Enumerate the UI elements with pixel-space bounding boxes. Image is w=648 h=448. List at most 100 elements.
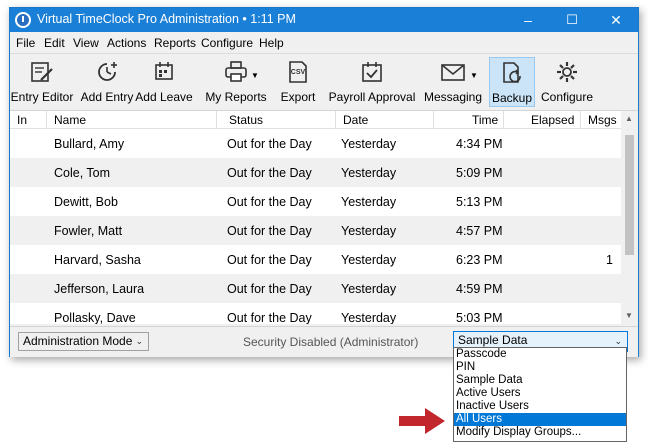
table-row[interactable]: Pollasky, Dave Out for the Day Yesterday… xyxy=(10,303,621,324)
scrollbar-thumb[interactable] xyxy=(625,135,634,255)
dropdown-option-passcode[interactable]: Passcode xyxy=(454,348,626,361)
menu-configure[interactable]: Configure xyxy=(201,36,253,50)
row-date: Yesterday xyxy=(341,195,397,209)
row-date: Yesterday xyxy=(341,166,397,180)
table-row[interactable]: Bullard, Amy Out for the Day Yesterday 4… xyxy=(10,129,621,158)
payroll-approval-label: Payroll Approval xyxy=(328,90,416,104)
dropdown-option-modify-display-groups[interactable]: Modify Display Groups... xyxy=(454,426,626,439)
display-group-value: Sample Data xyxy=(458,333,528,347)
add-entry-button[interactable]: Add Entry xyxy=(81,57,133,107)
row-name: Cole, Tom xyxy=(54,166,111,180)
row-date: Yesterday xyxy=(341,137,397,151)
menu-file[interactable]: File xyxy=(16,36,35,50)
table-row[interactable]: Fowler, Matt Out for the Day Yesterday 4… xyxy=(10,216,621,245)
backup-button[interactable]: Backup xyxy=(489,57,535,107)
dropdown-option-pin[interactable]: PIN xyxy=(454,361,626,374)
dropdown-option-active-users[interactable]: Active Users xyxy=(454,387,626,400)
title-bar[interactable]: Virtual TimeClock Pro Administration • 1… xyxy=(10,8,638,32)
row-status: Out for the Day xyxy=(227,137,312,151)
vertical-scrollbar[interactable]: ▲ ▼ xyxy=(621,111,638,324)
window-title: Virtual TimeClock Pro Administration • 1… xyxy=(37,12,296,26)
row-name: Pollasky, Dave xyxy=(54,311,136,324)
employee-grid: In Name Status Date Time Elapsed Msgs Bu… xyxy=(10,111,638,324)
menu-actions[interactable]: Actions xyxy=(107,36,146,50)
backup-icon xyxy=(503,62,521,83)
configure-label: Configure xyxy=(540,90,594,104)
row-status: Out for the Day xyxy=(227,282,312,296)
mode-select-value: Administration Mode xyxy=(23,334,133,348)
add-leave-button[interactable]: Add Leave xyxy=(135,57,193,107)
printer-icon xyxy=(225,61,247,82)
messaging-button[interactable]: ▼ Messaging xyxy=(424,57,482,107)
table-row[interactable]: Dewitt, Bob Out for the Day Yesterday 5:… xyxy=(10,187,621,216)
red-arrow-pointer-icon xyxy=(399,408,445,434)
row-status: Out for the Day xyxy=(227,311,312,324)
close-button[interactable]: ✕ xyxy=(594,8,638,32)
menu-edit[interactable]: Edit xyxy=(44,36,65,50)
row-time: 5:03 PM xyxy=(456,311,503,324)
row-status: Out for the Day xyxy=(227,253,312,267)
mode-select[interactable]: Administration Mode ⌄ xyxy=(18,332,149,351)
calendar-clock-icon xyxy=(155,62,173,80)
envelope-icon xyxy=(441,64,465,81)
row-date: Yesterday xyxy=(341,253,397,267)
minimize-button[interactable]: – xyxy=(506,8,550,32)
column-header-name[interactable]: Name xyxy=(54,113,86,127)
row-status: Out for the Day xyxy=(227,224,312,238)
row-name: Fowler, Matt xyxy=(54,224,123,238)
menu-help[interactable]: Help xyxy=(259,36,284,50)
dropdown-option-sample-data[interactable]: Sample Data xyxy=(454,374,626,387)
add-leave-label: Add Leave xyxy=(135,90,193,104)
row-time: 6:23 PM xyxy=(456,253,503,267)
entry-editor-icon xyxy=(31,62,53,82)
security-status-text: Security Disabled (Administrator) xyxy=(243,335,419,349)
row-time: 5:09 PM xyxy=(456,166,503,180)
row-name: Dewitt, Bob xyxy=(54,195,118,209)
table-row[interactable]: Harvard, Sasha Out for the Day Yesterday… xyxy=(10,245,621,274)
column-header-elapsed[interactable]: Elapsed xyxy=(531,113,574,127)
row-time: 5:13 PM xyxy=(456,195,503,209)
maximize-button[interactable]: ☐ xyxy=(550,8,594,32)
csv-badge-text: CSV xyxy=(291,69,306,76)
column-header-date[interactable]: Date xyxy=(343,113,368,127)
messaging-label: Messaging xyxy=(423,90,483,104)
row-status: Out for the Day xyxy=(227,166,312,180)
column-header-msgs[interactable]: Msgs xyxy=(588,113,617,127)
row-msgs: 1 xyxy=(606,253,613,267)
row-date: Yesterday xyxy=(341,311,397,324)
dropdown-option-inactive-users[interactable]: Inactive Users xyxy=(454,400,626,413)
menu-view[interactable]: View xyxy=(73,36,99,50)
my-reports-button[interactable]: ▼ My Reports xyxy=(205,57,267,107)
gear-icon xyxy=(557,62,577,82)
clock-plus-icon xyxy=(98,62,117,81)
dropdown-option-all-users[interactable]: All Users xyxy=(454,413,626,426)
grid-rows: Bullard, Amy Out for the Day Yesterday 4… xyxy=(10,129,621,324)
display-group-dropdown-list: Passcode PIN Sample Data Active Users In… xyxy=(453,347,627,442)
export-button[interactable]: CSV Export xyxy=(281,57,315,107)
toolbar: Entry Editor Add Entry Add Leave ▼ My Re… xyxy=(10,53,638,111)
table-row[interactable]: Cole, Tom Out for the Day Yesterday 5:09… xyxy=(10,158,621,187)
scroll-down-icon[interactable]: ▼ xyxy=(625,311,633,320)
entry-editor-label: Entry Editor xyxy=(10,90,74,104)
entry-editor-button[interactable]: Entry Editor xyxy=(11,57,73,107)
column-header-status[interactable]: Status xyxy=(229,113,263,127)
column-header-in[interactable]: In xyxy=(17,113,27,127)
menu-reports[interactable]: Reports xyxy=(154,36,196,50)
row-name: Harvard, Sasha xyxy=(54,253,141,267)
row-time: 4:34 PM xyxy=(456,137,503,151)
row-time: 4:59 PM xyxy=(456,282,503,296)
row-date: Yesterday xyxy=(341,224,397,238)
my-reports-dropdown-icon: ▼ xyxy=(251,71,259,80)
row-status: Out for the Day xyxy=(227,195,312,209)
chevron-down-icon: ⌄ xyxy=(135,336,143,346)
configure-button[interactable]: Configure xyxy=(541,57,593,107)
table-row[interactable]: Jefferson, Laura Out for the Day Yesterd… xyxy=(10,274,621,303)
calendar-check-icon xyxy=(362,62,382,82)
column-header-time[interactable]: Time xyxy=(472,113,498,127)
row-name: Bullard, Amy xyxy=(54,137,125,151)
payroll-approval-button[interactable]: Payroll Approval xyxy=(326,57,418,107)
row-time: 4:57 PM xyxy=(456,224,503,238)
messaging-dropdown-icon: ▼ xyxy=(470,71,478,80)
scroll-up-icon[interactable]: ▲ xyxy=(625,114,633,123)
main-window: Virtual TimeClock Pro Administration • 1… xyxy=(9,7,639,357)
